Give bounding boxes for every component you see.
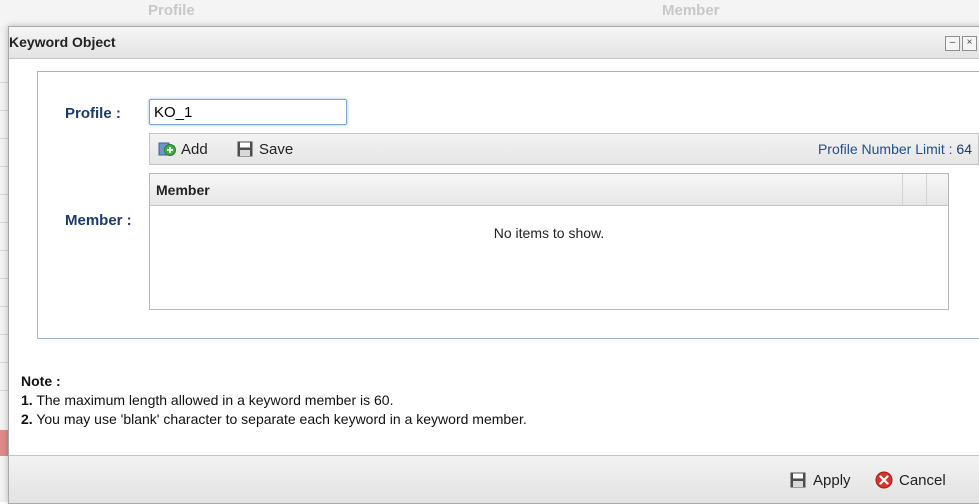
profile-input[interactable] — [149, 99, 347, 125]
member-grid-header: Member — [150, 174, 948, 206]
dialog-footer: Apply Cancel — [9, 455, 979, 503]
note-section: Note : 1. The maximum length allowed in … — [21, 372, 527, 429]
profile-limit-value: 64 — [956, 141, 972, 157]
keyword-object-dialog: Keyword Object – × Profile : Member : Ad… — [8, 26, 979, 504]
column-divider — [902, 174, 903, 205]
add-label: Add — [181, 140, 208, 158]
empty-message: No items to show. — [493, 225, 605, 241]
background-header: Profile Member — [0, 0, 979, 27]
cancel-label: Cancel — [899, 471, 946, 489]
profile-limit: Profile Number Limit : 64 — [818, 141, 972, 157]
dialog-title: Keyword Object — [9, 34, 116, 50]
member-grid: Member No items to show. — [149, 173, 949, 310]
member-toolbar: Add Save Profile Number Limit : 64 — [149, 133, 979, 165]
apply-button[interactable]: Apply — [789, 471, 851, 489]
note-title: Note : — [21, 373, 61, 389]
save-button[interactable]: Save — [236, 140, 293, 158]
save-icon — [790, 472, 806, 488]
background-col-member: Member — [662, 2, 720, 19]
member-label: Member : — [65, 212, 132, 229]
cancel-icon — [875, 471, 893, 489]
background-col-profile: Profile — [148, 2, 195, 19]
minimize-button[interactable]: – — [945, 36, 960, 51]
add-button[interactable]: Add — [158, 140, 208, 158]
add-icon — [158, 142, 176, 156]
profile-label: Profile : — [65, 105, 121, 122]
save-icon — [237, 141, 253, 157]
close-button[interactable]: × — [962, 36, 977, 51]
dialog-titlebar[interactable]: Keyword Object – × — [9, 27, 979, 59]
note-item: 2. You may use 'blank' character to sepa… — [21, 411, 527, 427]
cancel-button[interactable]: Cancel — [875, 471, 946, 489]
note-item: 1. The maximum length allowed in a keywo… — [21, 392, 394, 408]
column-divider — [926, 174, 927, 205]
save-label: Save — [259, 140, 294, 158]
column-header-member[interactable]: Member — [156, 182, 210, 198]
profile-limit-label: Profile Number Limit : — [817, 141, 953, 157]
apply-label: Apply — [813, 471, 851, 489]
